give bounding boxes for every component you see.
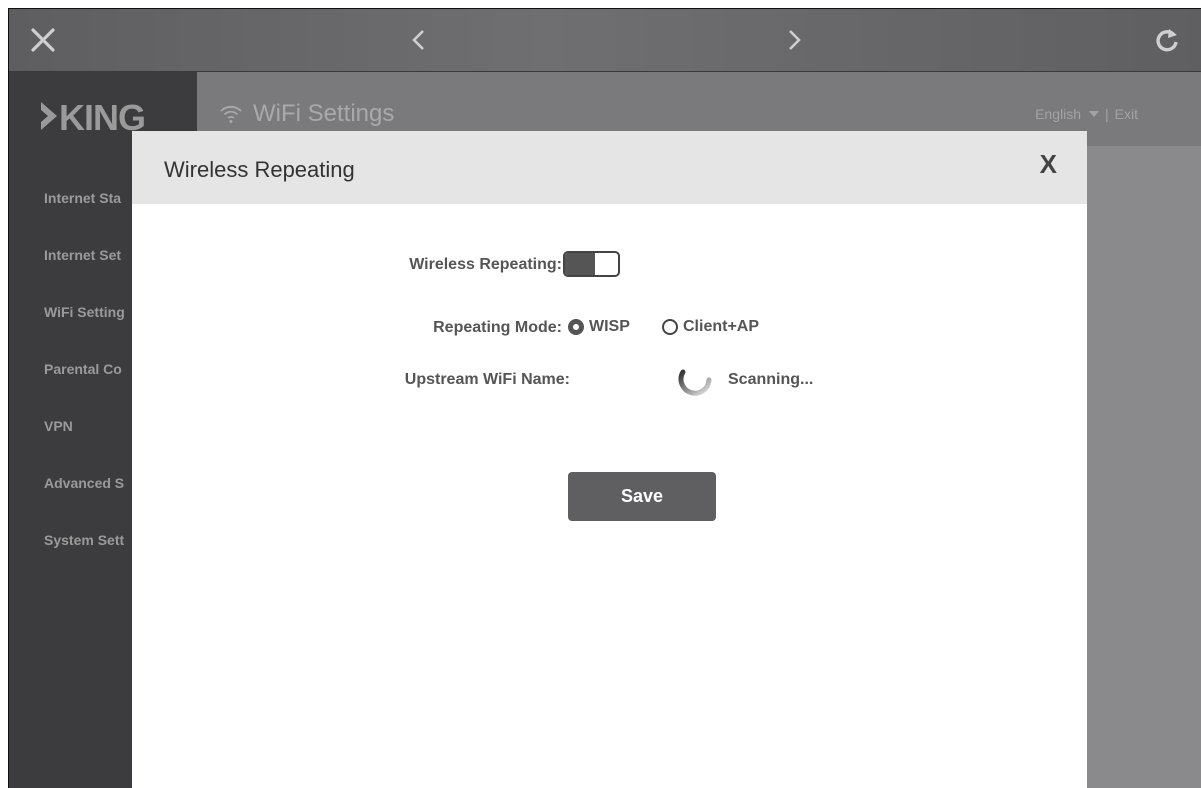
- app-frame: KING Internet Sta Internet Set WiFi Sett…: [8, 8, 1201, 788]
- header-actions: English | Exit: [1035, 106, 1138, 122]
- wireless-repeating-toggle[interactable]: [563, 251, 620, 277]
- repeating-mode-label-wrap: Repeating Mode:: [132, 319, 562, 341]
- refresh-icon[interactable]: [1147, 9, 1187, 71]
- chevron-left-icon[interactable]: [399, 9, 439, 71]
- top-nav-bar: [9, 9, 1201, 72]
- wireless-repeating-label-wrap: Wireless Repeating:: [132, 256, 562, 278]
- close-x-icon[interactable]: [23, 9, 63, 71]
- radio-unchecked-icon: [662, 319, 678, 335]
- radio-wisp-label: WISP: [589, 318, 630, 335]
- wireless-repeating-label: Wireless Repeating:: [409, 256, 562, 273]
- wifi-icon: [219, 104, 243, 124]
- toggle-knob: [565, 253, 595, 275]
- radio-client-ap-label: Client+AP: [683, 318, 760, 335]
- wireless-repeating-modal: Wireless Repeating X Wireless Repeating:…: [132, 131, 1087, 788]
- radio-checked-icon: [568, 319, 584, 335]
- modal-close-button[interactable]: X: [1040, 149, 1057, 180]
- radio-wisp[interactable]: WISP: [568, 318, 630, 336]
- upstream-wifi-name-label: Upstream WiFi Name:: [404, 371, 570, 388]
- scanning-status: Scanning...: [728, 371, 814, 388]
- page-title: WiFi Settings: [219, 100, 394, 128]
- loading-spinner-icon: [673, 364, 715, 411]
- caret-down-icon: [1089, 111, 1100, 117]
- upstream-label-wrap: Upstream WiFi Name:: [132, 371, 570, 393]
- chevron-right-icon[interactable]: [774, 9, 814, 71]
- radio-client-ap[interactable]: Client+AP: [662, 318, 759, 336]
- modal-title: Wireless Repeating: [164, 157, 355, 182]
- language-label: English: [1035, 106, 1082, 122]
- modal-header: Wireless Repeating X: [132, 131, 1087, 204]
- exit-link[interactable]: Exit: [1115, 106, 1138, 122]
- save-button[interactable]: Save: [568, 472, 716, 521]
- page-title-text: WiFi Settings: [253, 100, 395, 127]
- header-separator: |: [1105, 106, 1109, 122]
- repeating-mode-label: Repeating Mode:: [433, 319, 562, 336]
- language-select[interactable]: English: [1035, 106, 1100, 122]
